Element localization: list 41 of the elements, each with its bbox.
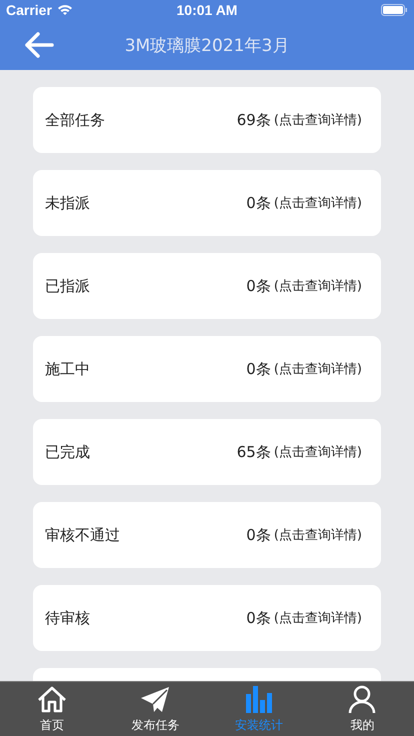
status-label: 施工中 <box>45 360 91 378</box>
details-hint: (点击查询详情) <box>274 112 362 129</box>
carrier-name: Carrier <box>6 2 52 18</box>
tab-item[interactable]: 发布任务 <box>104 682 207 736</box>
status-label: 未指派 <box>45 194 91 212</box>
stat-card[interactable]: 待审核 0条 (点击查询详情) <box>33 585 381 651</box>
status-label: 已完成 <box>45 442 91 462</box>
details-hint: (点击查询详情) <box>274 361 362 378</box>
back-button[interactable] <box>22 30 56 60</box>
stat-card[interactable]: 已完成 65条 (点击查询详情) <box>33 419 381 485</box>
task-count: 0条 <box>246 194 271 212</box>
stat-card[interactable]: 已指派 0条 (点击查询详情) <box>33 253 381 319</box>
details-hint: (点击查询详情) <box>274 444 362 461</box>
person-icon <box>347 685 378 714</box>
details-hint: (点击查询详情) <box>274 527 362 544</box>
stat-card[interactable]: 施工中 0条 (点击查询详情) <box>33 336 381 402</box>
paper-plane-icon <box>140 685 170 714</box>
details-hint: (点击查询详情) <box>274 278 362 295</box>
details-hint: (点击查询详情) <box>274 195 362 212</box>
task-count: 65条 <box>236 442 271 462</box>
home-icon <box>36 685 67 714</box>
battery-icon <box>381 4 408 16</box>
status-label: 审核不通过 <box>45 526 121 544</box>
stat-card[interactable]: 未指派 0条 (点击查询详情) <box>33 170 381 236</box>
task-count: 0条 <box>246 526 271 544</box>
clock-time: 10:01 AM <box>176 2 238 18</box>
task-count: 69条 <box>236 110 271 130</box>
details-hint: (点击查询详情) <box>274 610 362 627</box>
task-count: 0条 <box>246 276 271 296</box>
status-label: 已指派 <box>45 276 91 296</box>
task-count: 0条 <box>246 608 271 628</box>
stat-card[interactable]: 审核不通过 0条 (点击查询详情) <box>33 502 381 568</box>
status-label: 全部任务 <box>45 110 106 130</box>
page-title: 3M玻璃膜2021年3月 <box>124 36 290 56</box>
tab-item[interactable]: 首页 <box>0 682 104 736</box>
task-count: 0条 <box>246 360 271 378</box>
stat-card[interactable]: 全部任务 69条 (点击查询详情) <box>33 87 381 153</box>
wifi-icon <box>56 4 73 16</box>
tab-item[interactable]: 我的 <box>310 682 414 736</box>
bar-chart-icon <box>244 685 274 714</box>
status-label: 待审核 <box>45 608 91 628</box>
